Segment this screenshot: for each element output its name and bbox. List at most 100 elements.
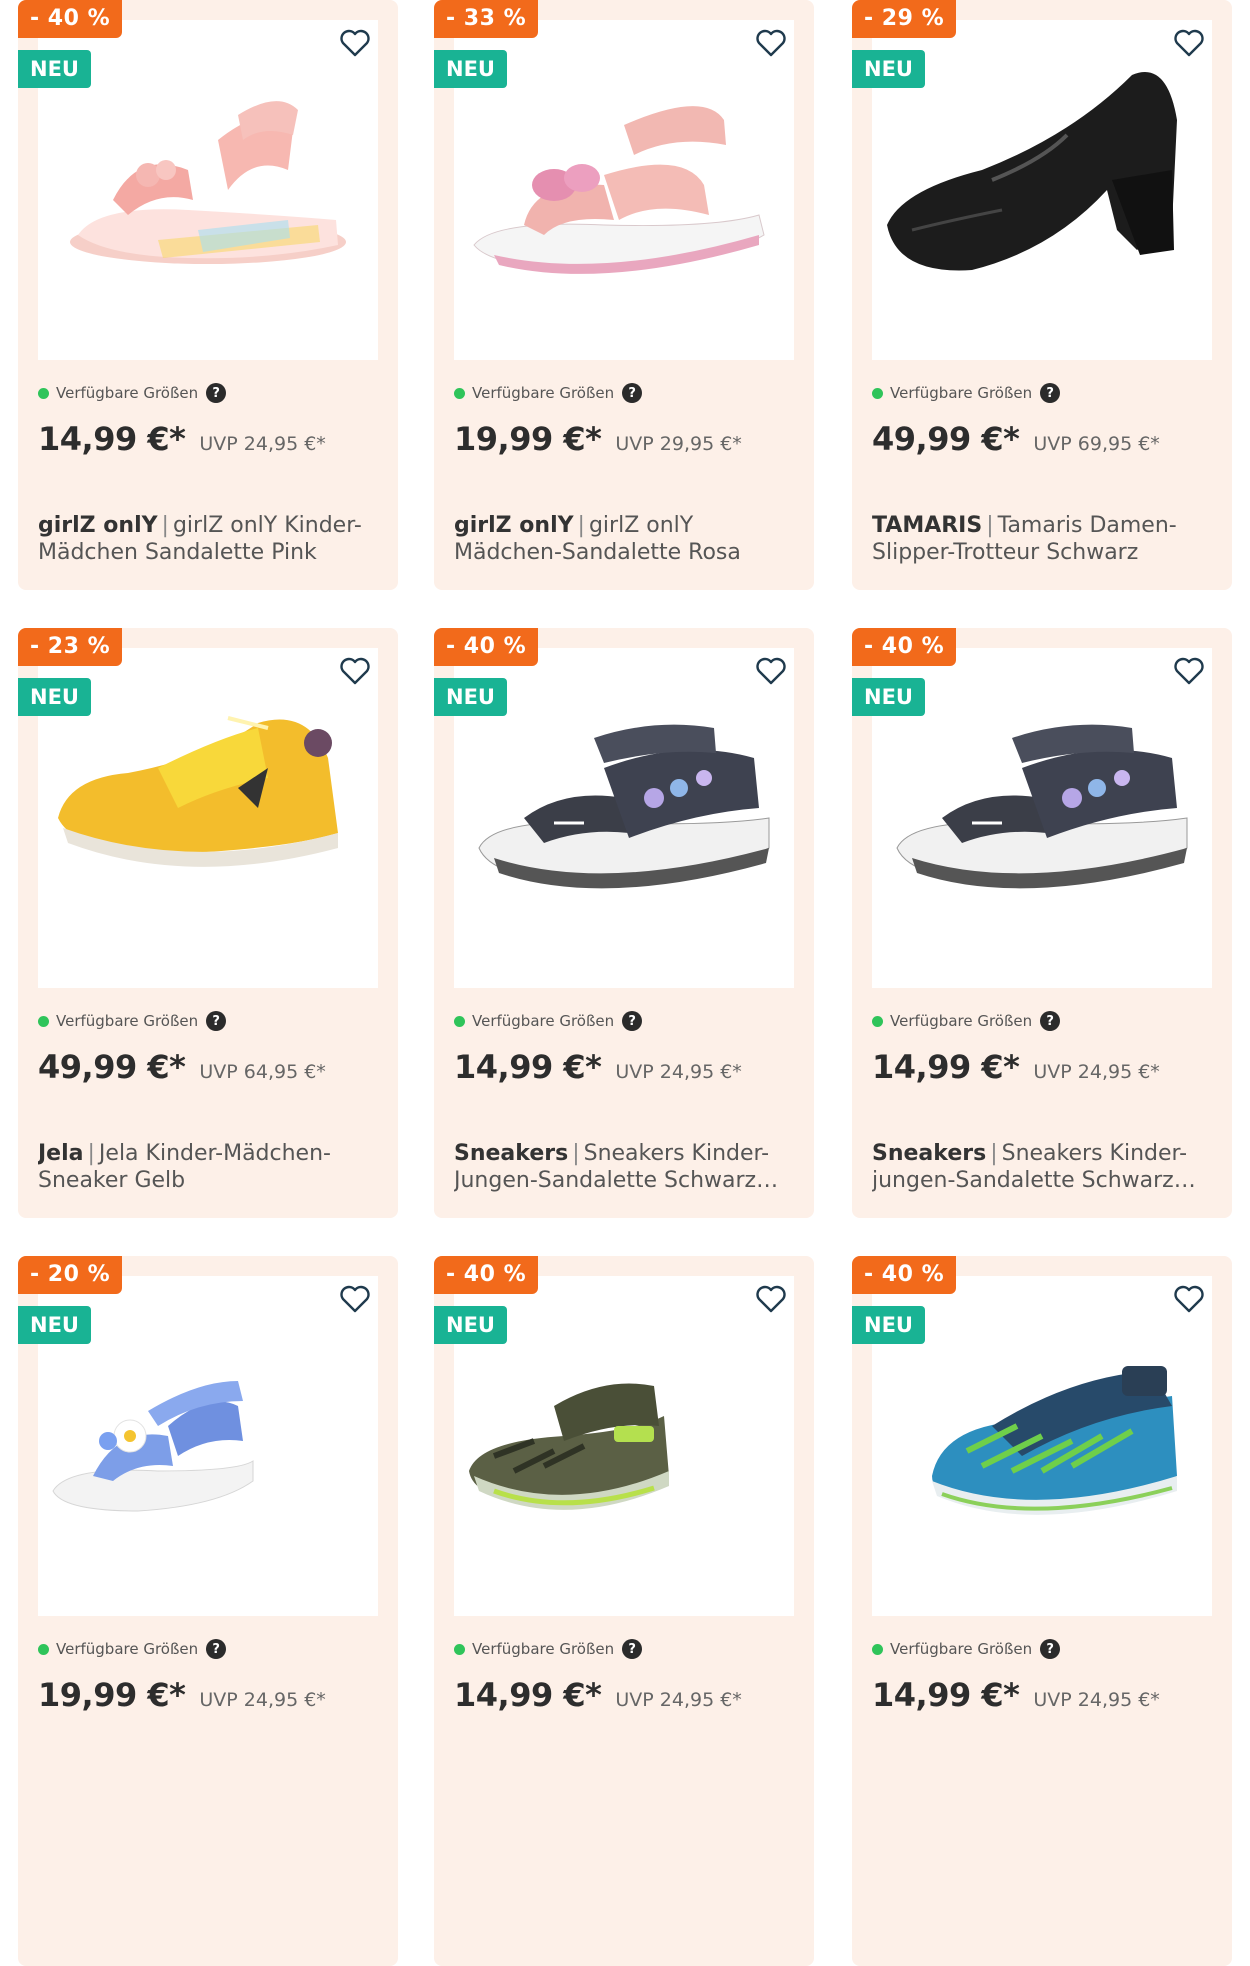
help-icon[interactable]: ? bbox=[1040, 383, 1061, 403]
discount-badge: - 40 % bbox=[434, 628, 539, 666]
brand-name: TAMARIS bbox=[872, 513, 983, 538]
availability-dot-icon bbox=[454, 1015, 465, 1027]
heart-icon[interactable] bbox=[754, 26, 788, 60]
availability-dot-icon bbox=[454, 387, 465, 399]
uvp-price: UVP 29,95 €* bbox=[615, 433, 742, 455]
sizes-label: Verfügbare Größen bbox=[890, 1012, 1033, 1030]
current-price: 14,99 €* bbox=[872, 1048, 1020, 1086]
help-icon[interactable]: ? bbox=[206, 1639, 227, 1659]
current-price: 49,99 €* bbox=[872, 420, 1020, 458]
discount-badge: - 40 % bbox=[852, 628, 957, 666]
help-icon[interactable]: ? bbox=[622, 1011, 643, 1031]
current-price: 19,99 €* bbox=[454, 420, 602, 458]
uvp-price: UVP 69,95 €* bbox=[1033, 433, 1160, 455]
available-sizes[interactable]: Verfügbare Größen? bbox=[872, 382, 1061, 404]
available-sizes[interactable]: Verfügbare Größen? bbox=[38, 1638, 227, 1660]
available-sizes[interactable]: Verfügbare Größen? bbox=[454, 1010, 643, 1032]
current-price: 14,99 €* bbox=[454, 1048, 602, 1086]
price-row: 14,99 €* UVP 24,95 €* bbox=[454, 1048, 742, 1094]
heart-icon[interactable] bbox=[1172, 1282, 1206, 1316]
help-icon[interactable]: ? bbox=[622, 383, 643, 403]
discount-badge: - 20 % bbox=[18, 1256, 123, 1294]
current-price: 14,99 €* bbox=[454, 1676, 602, 1714]
product-title[interactable]: Sneakers | Sneakers Kinder-jungen-Sandalet… bbox=[872, 1140, 1202, 1194]
available-sizes[interactable]: Verfügbare Größen? bbox=[38, 382, 227, 404]
product-grid: - 40 % NEU Verfügbare Größen? 14,99 €* UV… bbox=[0, 0, 1250, 1966]
uvp-price: UVP 24,95 €* bbox=[199, 433, 326, 455]
uvp-price: UVP 24,95 €* bbox=[1033, 1689, 1160, 1711]
availability-dot-icon bbox=[38, 1015, 49, 1027]
help-icon[interactable]: ? bbox=[1040, 1639, 1061, 1659]
price-row: 19,99 €* UVP 29,95 €* bbox=[454, 420, 742, 466]
sizes-label: Verfügbare Größen bbox=[56, 1640, 199, 1658]
discount-badge: - 33 % bbox=[434, 0, 539, 38]
availability-dot-icon bbox=[38, 387, 49, 399]
product-title[interactable]: girlZ onlY | girlZ onlY Mädchen-Sandalette… bbox=[454, 512, 784, 566]
help-icon[interactable]: ? bbox=[622, 1639, 643, 1659]
product-title[interactable]: Jela | Jela Kinder-Mädchen-Sneaker Gelb bbox=[38, 1140, 368, 1194]
new-badge: NEU bbox=[852, 50, 925, 88]
uvp-price: UVP 24,95 €* bbox=[615, 1689, 742, 1711]
current-price: 19,99 €* bbox=[38, 1676, 186, 1714]
new-badge: NEU bbox=[18, 678, 91, 716]
product-card[interactable]: - 40 % NEU Verfügbare Größen? 14,99 €* UV… bbox=[434, 628, 814, 1218]
discount-badge: - 23 % bbox=[18, 628, 123, 666]
price-row: 14,99 €* UVP 24,95 €* bbox=[38, 420, 326, 466]
price-row: 14,99 €* UVP 24,95 €* bbox=[872, 1676, 1160, 1722]
heart-icon[interactable] bbox=[1172, 26, 1206, 60]
available-sizes[interactable]: Verfügbare Größen? bbox=[454, 382, 643, 404]
brand-name: Sneakers bbox=[872, 1141, 987, 1166]
heart-icon[interactable] bbox=[338, 26, 372, 60]
product-card[interactable]: - 29 % NEU Verfügbare Größen? 49,99 €* UV… bbox=[852, 0, 1232, 590]
sizes-label: Verfügbare Größen bbox=[890, 1640, 1033, 1658]
new-badge: NEU bbox=[852, 678, 925, 716]
availability-dot-icon bbox=[38, 1643, 49, 1655]
price-row: 49,99 €* UVP 64,95 €* bbox=[38, 1048, 326, 1094]
discount-badge: - 29 % bbox=[852, 0, 957, 38]
brand-name: girlZ onlY bbox=[38, 513, 158, 538]
product-card[interactable]: - 40 % NEU Verfügbare Größen? 14,99 €* UV… bbox=[434, 1256, 814, 1966]
new-badge: NEU bbox=[434, 1306, 507, 1344]
availability-dot-icon bbox=[454, 1643, 465, 1655]
brand-name: Sneakers bbox=[454, 1141, 569, 1166]
product-card[interactable]: - 40 % NEU Verfügbare Größen? 14,99 €* UV… bbox=[852, 1256, 1232, 1966]
product-card[interactable]: - 40 % NEU Verfügbare Größen? 14,99 €* UV… bbox=[852, 628, 1232, 1218]
heart-icon[interactable] bbox=[338, 654, 372, 688]
product-card[interactable]: - 33 % NEU Verfügbare Größen? 19,99 €* UV… bbox=[434, 0, 814, 590]
discount-badge: - 40 % bbox=[18, 0, 123, 38]
heart-icon[interactable] bbox=[1172, 654, 1206, 688]
available-sizes[interactable]: Verfügbare Größen? bbox=[872, 1010, 1061, 1032]
price-row: 49,99 €* UVP 69,95 €* bbox=[872, 420, 1160, 466]
uvp-price: UVP 24,95 €* bbox=[199, 1689, 326, 1711]
new-badge: NEU bbox=[18, 1306, 91, 1344]
help-icon[interactable]: ? bbox=[1040, 1011, 1061, 1031]
help-icon[interactable]: ? bbox=[206, 383, 227, 403]
new-badge: NEU bbox=[852, 1306, 925, 1344]
product-card[interactable]: - 40 % NEU Verfügbare Größen? 14,99 €* UV… bbox=[18, 0, 398, 590]
brand-name: girlZ onlY bbox=[454, 513, 574, 538]
current-price: 14,99 €* bbox=[38, 420, 186, 458]
sizes-label: Verfügbare Größen bbox=[472, 1012, 615, 1030]
new-badge: NEU bbox=[18, 50, 91, 88]
uvp-price: UVP 24,95 €* bbox=[1033, 1061, 1160, 1083]
product-title[interactable]: Sneakers | Sneakers Kinder-Jungen-Sandalet… bbox=[454, 1140, 784, 1194]
discount-badge: - 40 % bbox=[434, 1256, 539, 1294]
heart-icon[interactable] bbox=[754, 1282, 788, 1316]
new-badge: NEU bbox=[434, 50, 507, 88]
available-sizes[interactable]: Verfügbare Größen? bbox=[38, 1010, 227, 1032]
availability-dot-icon bbox=[872, 387, 883, 399]
discount-badge: - 40 % bbox=[852, 1256, 957, 1294]
price-row: 14,99 €* UVP 24,95 €* bbox=[454, 1676, 742, 1722]
help-icon[interactable]: ? bbox=[206, 1011, 227, 1031]
heart-icon[interactable] bbox=[338, 1282, 372, 1316]
product-title[interactable]: girlZ onlY | girlZ onlY Kinder-Mädchen San… bbox=[38, 512, 368, 566]
product-title[interactable]: TAMARIS | Tamaris Damen-Slipper-Trotteur S… bbox=[872, 512, 1202, 566]
brand-name: Jela bbox=[38, 1141, 84, 1166]
heart-icon[interactable] bbox=[754, 654, 788, 688]
sizes-label: Verfügbare Größen bbox=[472, 384, 615, 402]
product-card[interactable]: - 23 % NEU Verfügbare Größen? 49,99 €* UV… bbox=[18, 628, 398, 1218]
available-sizes[interactable]: Verfügbare Größen? bbox=[872, 1638, 1061, 1660]
price-row: 19,99 €* UVP 24,95 €* bbox=[38, 1676, 326, 1722]
available-sizes[interactable]: Verfügbare Größen? bbox=[454, 1638, 643, 1660]
product-card[interactable]: - 20 % NEU Verfügbare Größen? 19,99 €* UV… bbox=[18, 1256, 398, 1966]
